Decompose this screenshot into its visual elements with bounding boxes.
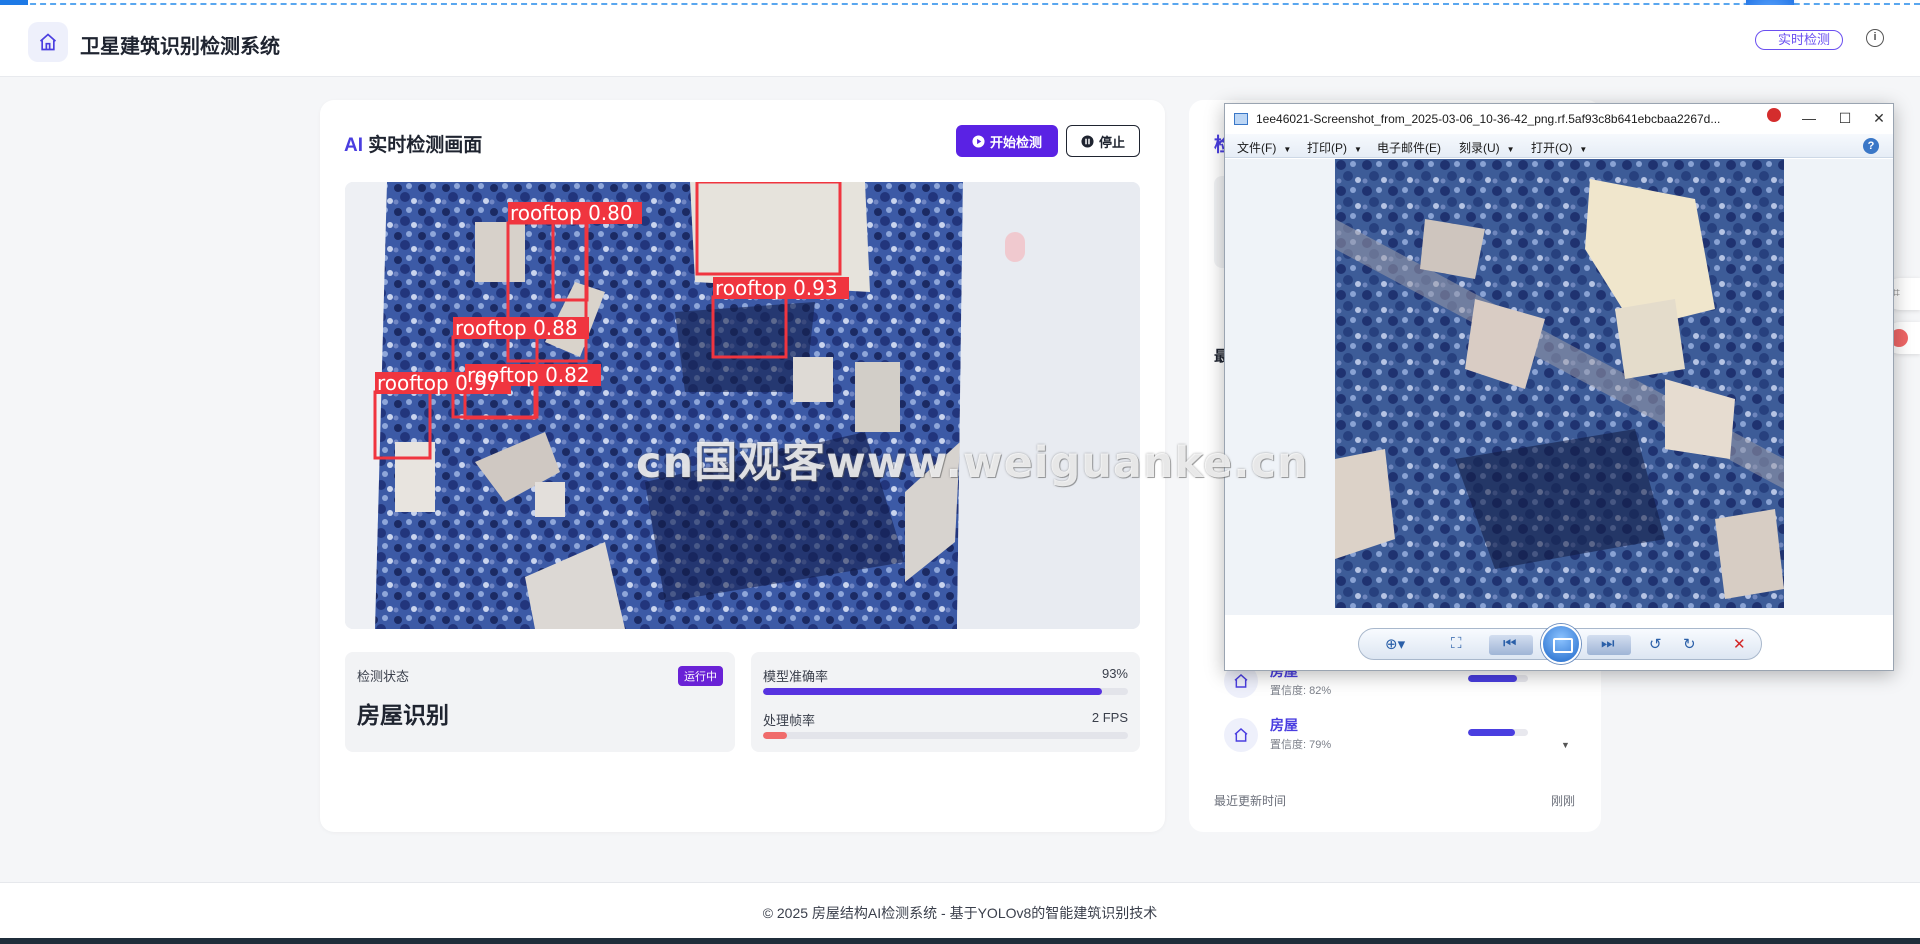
realtime-detection-pill[interactable]: 实时检测 xyxy=(1755,30,1843,50)
start-detection-label: 开始检测 xyxy=(989,134,1042,150)
card-title-ai: AI xyxy=(344,135,363,156)
detection-label: rooftop 0.88 xyxy=(455,316,578,340)
menu-label: 打印(P) xyxy=(1307,141,1347,155)
viewer-titlebar[interactable]: 1ee46021-Screenshot_from_2025-03-06_10-3… xyxy=(1225,104,1893,134)
next-icon: ⏭ xyxy=(1601,635,1615,652)
home-button[interactable] xyxy=(28,22,68,62)
menu-file[interactable]: 文件(F) ▼ xyxy=(1237,139,1291,156)
chevron-down-icon: ▼ xyxy=(1354,145,1362,154)
actual-size-icon[interactable]: ⛶ xyxy=(1451,635,1462,652)
detection-confidence: 置信度: 79% xyxy=(1270,739,1332,751)
menu-label: 电子邮件(E) xyxy=(1377,141,1441,155)
stop-label: 停止 xyxy=(1098,134,1125,150)
delete-icon[interactable]: ✕ xyxy=(1733,635,1746,653)
menu-label: 文件(F) xyxy=(1237,141,1277,155)
menu-email[interactable]: 电子邮件(E) xyxy=(1377,139,1441,156)
viewer-image-stage xyxy=(1225,159,1893,615)
menu-print[interactable]: 打印(P) ▼ xyxy=(1307,139,1362,156)
last-updated-label: 最近更新时间 xyxy=(1214,794,1287,808)
chevron-down-icon: ▼ xyxy=(1283,145,1292,154)
metric-progress-fill xyxy=(763,688,1103,695)
previous-icon: ⏮ xyxy=(1503,635,1517,652)
confidence-bar-fill xyxy=(1468,675,1518,682)
rotate-right-icon[interactable]: ↻ xyxy=(1683,635,1696,653)
app-header: 卫星建筑识别检测系统 实时检测 i xyxy=(0,5,1920,77)
card-title: AI 实时检测画面 xyxy=(344,130,482,157)
chevron-down-icon: ▼ xyxy=(1506,145,1515,154)
info-icon[interactable]: i xyxy=(1866,29,1884,47)
viewer-title: 1ee46021-Screenshot_from_2025-03-06_10-3… xyxy=(1256,112,1721,126)
detection-video-feed: rooftop 0.80 rooftop 0.93 rooftop 0.88 r… xyxy=(345,182,1140,629)
footer-text: © 2025 房屋结构AI检测系统 - 基于YOLOv8的智能建筑识别技术 xyxy=(762,905,1158,921)
list-item[interactable]: 房屋 置信度: 79% xyxy=(1224,712,1564,758)
minimize-icon[interactable]: — xyxy=(1799,110,1819,126)
metric-name: 模型准确率 xyxy=(763,669,829,684)
metric-progress-fill xyxy=(763,732,787,739)
metric-progress-track xyxy=(763,732,1128,739)
metrics-panel: 模型准确率 93% 处理帧率 2 FPS xyxy=(751,652,1140,752)
viewer-toolbar: ⊕▾ ⛶ ⏮ ⏭ ↺ ↻ ✕ xyxy=(1358,624,1762,664)
card-title-text: 实时检测画面 xyxy=(363,135,483,156)
taskbar-strip xyxy=(0,938,1920,944)
detection-confidence: 置信度: 82% xyxy=(1270,685,1332,697)
close-icon[interactable]: ✕ xyxy=(1869,110,1889,127)
slideshow-button[interactable] xyxy=(1541,624,1581,664)
detection-label: rooftop 0.97 xyxy=(377,371,500,395)
metric-value: 93% xyxy=(1101,666,1128,681)
menu-label: 刻录(U) xyxy=(1459,141,1500,155)
scroll-down-icon[interactable]: ▼ xyxy=(1561,740,1570,750)
help-icon[interactable]: ? xyxy=(1863,138,1879,154)
home-icon xyxy=(39,33,57,51)
start-detection-button[interactable]: 开始检测 xyxy=(956,125,1058,157)
metric-fps: 处理帧率 2 FPS xyxy=(763,710,1128,739)
metric-accuracy: 模型准确率 93% xyxy=(763,666,1128,695)
image-file-icon xyxy=(1234,113,1248,125)
previous-button[interactable]: ⏮ xyxy=(1489,635,1533,655)
detection-status-label: 检测状态 xyxy=(357,669,410,684)
play-circle-icon xyxy=(972,134,985,148)
page-footer: © 2025 房屋结构AI检测系统 - 基于YOLOv8的智能建筑识别技术 xyxy=(0,882,1920,944)
menu-burn[interactable]: 刻录(U) ▼ xyxy=(1459,139,1515,156)
confidence-bar xyxy=(1468,729,1528,736)
confidence-bar xyxy=(1468,675,1528,682)
maximize-icon[interactable]: ☐ xyxy=(1835,110,1855,127)
last-updated-value: 刚刚 xyxy=(1550,794,1575,808)
detection-label: rooftop 0.93 xyxy=(715,276,838,300)
menu-label: 打开(O) xyxy=(1531,141,1573,155)
satellite-image xyxy=(1335,159,1784,608)
chevron-down-icon: ▼ xyxy=(1579,145,1588,154)
detection-name: 房屋 xyxy=(1270,717,1298,733)
confidence-bar-fill xyxy=(1468,729,1516,736)
status-badge: 运行中 xyxy=(678,666,723,686)
watermark-text: cn国观客www.weiguanke.cn xyxy=(636,438,1309,488)
notification-icon[interactable] xyxy=(1767,108,1781,122)
metric-name: 处理帧率 xyxy=(763,713,816,728)
detection-status-value: 房屋识别 xyxy=(357,702,449,728)
metric-progress-track xyxy=(763,688,1128,695)
metric-value: 2 FPS xyxy=(1091,710,1128,725)
detection-status-panel: 检测状态 运行中 房屋识别 xyxy=(345,652,735,752)
viewer-menubar: 文件(F) ▼ 打印(P) ▼ 电子邮件(E) 刻录(U) ▼ 打开(O) ▼ ? xyxy=(1225,134,1893,158)
menu-open[interactable]: 打开(O) ▼ xyxy=(1531,139,1587,156)
stop-button[interactable]: 停止 xyxy=(1066,125,1140,157)
detection-label: rooftop 0.80 xyxy=(510,201,633,225)
photo-viewer-window[interactable]: 1ee46021-Screenshot_from_2025-03-06_10-3… xyxy=(1224,103,1894,671)
satellite-feed-image: rooftop 0.80 rooftop 0.93 rooftop 0.88 r… xyxy=(345,182,1140,629)
rotate-left-icon[interactable]: ↺ xyxy=(1649,635,1662,653)
pause-circle-icon xyxy=(1081,134,1094,148)
house-icon xyxy=(1224,718,1258,752)
app-title: 卫星建筑识别检测系统 xyxy=(80,36,280,58)
next-button[interactable]: ⏭ xyxy=(1587,635,1631,655)
zoom-icon[interactable]: ⊕▾ xyxy=(1385,635,1405,653)
